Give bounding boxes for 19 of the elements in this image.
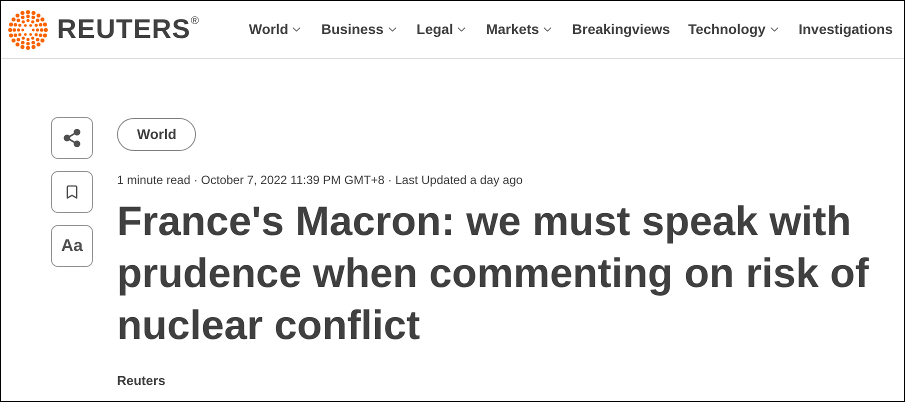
share-icon [62, 128, 82, 148]
share-button[interactable] [51, 117, 93, 159]
logo-icon [7, 8, 49, 50]
nav-link[interactable]: Markets [486, 19, 554, 40]
text-size-button[interactable]: Aa [51, 225, 93, 267]
bookmark-icon [64, 184, 80, 200]
registered-mark: ® [190, 16, 199, 27]
byline: Reuters [117, 372, 166, 390]
nav-link[interactable]: Business [321, 19, 399, 40]
article-meta: 1 minute read · October 7, 2022 11:39 PM GMT+8 · Last Updated a day ago [117, 172, 523, 189]
logo-text: REUTERS [57, 16, 191, 43]
nav-link[interactable]: Breakingviews [572, 19, 670, 40]
nav-link[interactable]: Technology [688, 19, 781, 40]
nav-link[interactable]: Legal [416, 19, 468, 40]
headline: France's Macron: we must speak with prudence when commenting on risk of nuclear conflict [117, 197, 870, 350]
nav-link[interactable]: World [248, 19, 304, 40]
section-tag[interactable]: World [117, 118, 196, 151]
bookmark-button[interactable] [51, 171, 93, 213]
nav-link[interactable]: Investigations [798, 19, 893, 40]
